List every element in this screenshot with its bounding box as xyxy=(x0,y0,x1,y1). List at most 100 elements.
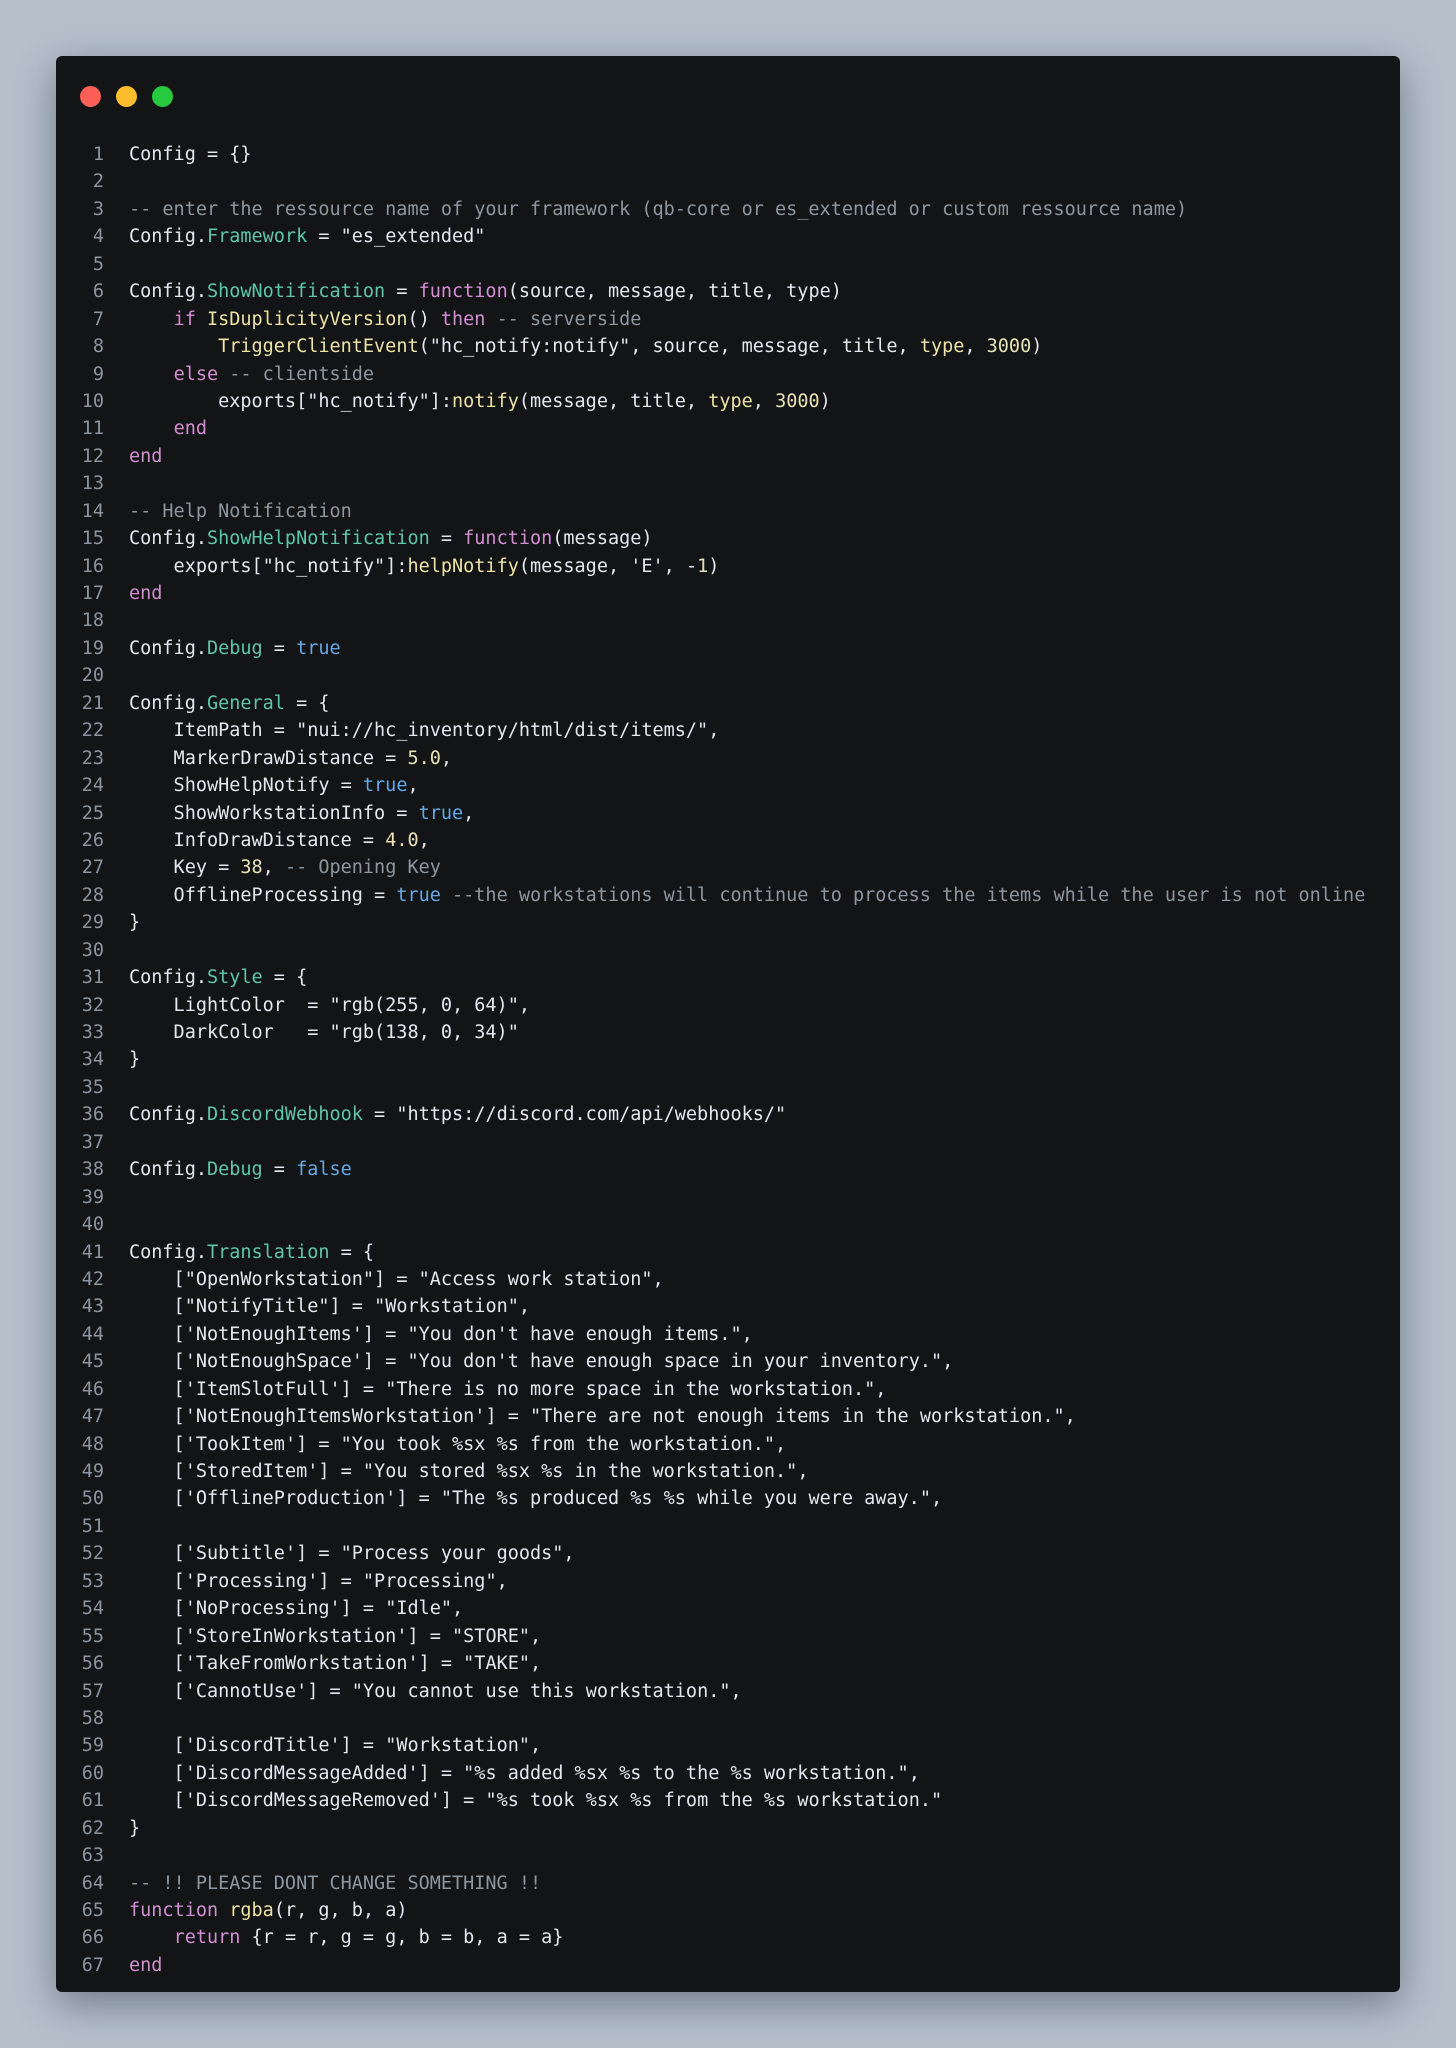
code-text: ["NotifyTitle"] = "Workstation", xyxy=(129,1293,530,1320)
line-number: 39 xyxy=(81,1186,104,1208)
code-token: 'Subtitle' xyxy=(184,1543,297,1565)
code-line: 33 DarkColor = "rgb(138, 0, 34)" xyxy=(56,1019,1400,1046)
code-token: exports[ xyxy=(129,555,263,577)
code-token: (message) xyxy=(552,528,653,550)
code-text: InfoDrawDistance = 4.0, xyxy=(129,827,430,854)
line-number: 52 xyxy=(81,1543,104,1565)
line-number: 58 xyxy=(81,1707,104,1729)
code-token: --the workstations will continue to proc… xyxy=(452,884,1366,906)
code-text: ["OpenWorkstation"] = "Access work stati… xyxy=(129,1266,664,1293)
code-token: [ xyxy=(129,1488,185,1510)
line-number: 24 xyxy=(81,775,104,797)
code-token: Key = xyxy=(129,857,241,879)
code-line: 62} xyxy=(56,1815,1400,1842)
code-text: ['StoredItem'] = "You stored %sx %s in t… xyxy=(129,1458,809,1485)
code-token: "es_extended" xyxy=(340,226,486,248)
code-text: TriggerClientEvent("hc_notify:notify", s… xyxy=(129,333,1042,360)
code-text: ['Subtitle'] = "Process your goods", xyxy=(129,1540,575,1567)
line-number: 10 xyxy=(81,390,104,412)
code-line: 25 ShowWorkstationInfo = true, xyxy=(56,800,1400,827)
code-token: Debug xyxy=(206,637,263,659)
code-token: (r, g, b, a) xyxy=(273,1900,408,1921)
code-token: ItemPath = xyxy=(129,720,297,742)
code-token: "TAKE" xyxy=(463,1653,530,1675)
code-line: 1 Config = {} xyxy=(56,141,1400,168)
code-block: 1 Config = {} 2 3 -- enter the ressource nam… xyxy=(56,141,1400,1979)
close-dot-icon[interactable] xyxy=(80,86,101,107)
line-number: 55 xyxy=(81,1625,104,1647)
code-token: "NotifyTitle" xyxy=(184,1296,330,1318)
code-line: 34} xyxy=(56,1046,1400,1073)
line-number: 12 xyxy=(81,445,104,467)
line-number: 40 xyxy=(81,1214,104,1236)
code-token: "There are not enough items in the works… xyxy=(530,1406,1065,1428)
line-number: 59 xyxy=(81,1735,104,1757)
code-text: Config = {} xyxy=(129,141,252,168)
code-token: = { xyxy=(329,1241,375,1263)
code-token: ] = xyxy=(396,1488,441,1510)
code-line: 65 function rgba(r, g, b, a) xyxy=(56,1897,1400,1924)
code-token: ) xyxy=(708,555,720,577)
code-token: ]: xyxy=(385,555,408,577)
code-token: ) xyxy=(1031,336,1043,358)
line-number: 37 xyxy=(81,1131,104,1153)
code-line: 19 Config.Debug = true xyxy=(56,635,1400,662)
line-number: 63 xyxy=(81,1845,104,1867)
code-token: true xyxy=(418,802,464,824)
line-number: 5 xyxy=(92,253,104,275)
code-token: ] = xyxy=(485,1406,530,1428)
code-token: } xyxy=(129,1817,141,1839)
code-token: , xyxy=(775,1433,787,1455)
code-token: -- Help Notification xyxy=(129,500,352,522)
code-token: "Workstation" xyxy=(385,1735,530,1757)
code-token: 3000 xyxy=(775,390,820,412)
code-token: Config. xyxy=(129,637,207,659)
code-line: 26 InfoDrawDistance = 4.0, xyxy=(56,827,1400,854)
code-token: = xyxy=(262,637,297,659)
code-text: -- !! PLEASE DONT CHANGE SOMETHING !! xyxy=(129,1870,541,1897)
code-text: end xyxy=(129,415,207,442)
code-token: [ xyxy=(129,1296,185,1318)
code-line: 28 OfflineProcessing = true --the workst… xyxy=(56,882,1400,909)
code-text: ['CannotUse'] = "You cannot use this wor… xyxy=(129,1678,742,1705)
line-number: 36 xyxy=(81,1104,104,1126)
code-token: "%s took %sx %s from the %s workstation.… xyxy=(485,1790,943,1812)
code-token: Translation xyxy=(206,1241,330,1263)
minimize-dot-icon[interactable] xyxy=(116,86,137,107)
code-token: , xyxy=(496,1570,508,1592)
code-token: , source, message, title, xyxy=(630,336,920,358)
maximize-dot-icon[interactable] xyxy=(152,86,173,107)
code-token: [ xyxy=(129,1680,185,1702)
code-token: end xyxy=(129,583,163,604)
code-token: InfoDrawDistance = xyxy=(129,829,386,851)
code-token: ] = xyxy=(318,1461,363,1482)
code-token: (message, title, xyxy=(518,390,709,412)
code-token: "nui://hc_inventory/html/dist/items/" xyxy=(296,720,709,742)
code-token: OfflineProcessing = xyxy=(129,884,397,906)
code-line: 6 Config.ShowNotification = function(sour… xyxy=(56,278,1400,305)
code-line: 41 Config.Translation = { xyxy=(56,1239,1400,1266)
code-token: [ xyxy=(129,1735,185,1757)
code-line: 15 Config.ShowHelpNotification = function… xyxy=(56,525,1400,552)
code-token: 'NotEnoughItems' xyxy=(184,1323,363,1345)
code-line: 49 ['StoredItem'] = "You stored %sx %s i… xyxy=(56,1458,1400,1485)
code-line: 4 Config.Framework = "es_extended" xyxy=(56,223,1400,250)
code-token: [ xyxy=(129,1790,185,1812)
code-line: 59 ['DiscordTitle'] = "Workstation", xyxy=(56,1732,1400,1759)
code-token: 'NoProcessing' xyxy=(184,1598,341,1620)
code-text: ['OfflineProduction'] = "The %s produced… xyxy=(129,1485,943,1512)
code-text: ['NotEnoughSpace'] = "You don't have eno… xyxy=(129,1348,954,1375)
code-line: 64 -- !! PLEASE DONT CHANGE SOMETHING !! xyxy=(56,1870,1400,1897)
code-line: 66 return {r = r, g = g, b = b, a = a} xyxy=(56,1924,1400,1951)
code-line: 58 xyxy=(56,1705,1400,1732)
line-number: 41 xyxy=(81,1241,104,1263)
code-token: 'E' xyxy=(630,555,664,577)
code-token: = { xyxy=(284,692,330,714)
code-token: = xyxy=(262,1159,297,1181)
